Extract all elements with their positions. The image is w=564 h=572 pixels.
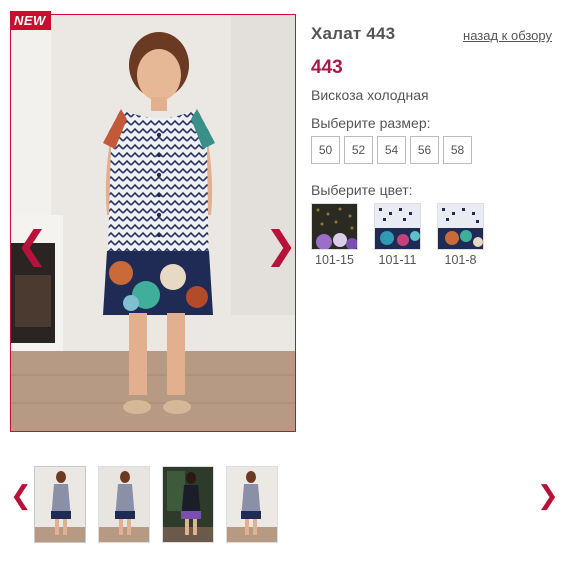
photo-prev-arrow-icon[interactable]: ❮ <box>16 225 48 265</box>
size-option-56[interactable]: 56 <box>410 136 439 164</box>
product-price: 443 <box>311 57 343 78</box>
thumbnail-4[interactable] <box>226 466 278 543</box>
color-swatch-image <box>311 203 358 250</box>
size-option-58[interactable]: 58 <box>443 136 472 164</box>
product-material: Вискоза холодная <box>311 87 429 103</box>
color-option-101-15[interactable]: 101-15 <box>311 203 358 267</box>
size-option-52[interactable]: 52 <box>344 136 373 164</box>
back-to-overview-link[interactable]: назад к обзору <box>463 28 552 43</box>
color-select-label: Выберите цвет: <box>311 182 413 198</box>
color-option-label: 101-11 <box>378 253 417 267</box>
color-option-101-8[interactable]: 101-8 <box>437 203 484 267</box>
color-option-101-11[interactable]: 101-11 <box>374 203 421 267</box>
size-select-label: Выберите размер: <box>311 115 431 131</box>
color-swatch-image <box>437 203 484 250</box>
color-option-label: 101-8 <box>444 253 477 267</box>
color-options: 101-15 101-11 101-8 <box>311 203 556 267</box>
thumbnail-2[interactable] <box>98 466 150 543</box>
color-option-label: 101-15 <box>315 253 354 267</box>
main-product-photo <box>10 14 296 432</box>
color-swatch-image <box>374 203 421 250</box>
thumbs-prev-arrow-icon[interactable]: ❮ <box>10 481 32 511</box>
product-photo-image <box>11 15 295 431</box>
photo-next-arrow-icon[interactable]: ❯ <box>265 225 297 265</box>
size-option-54[interactable]: 54 <box>377 136 406 164</box>
size-option-50[interactable]: 50 <box>311 136 340 164</box>
thumbs-next-arrow-icon[interactable]: ❯ <box>537 481 559 511</box>
new-badge: NEW <box>10 11 51 30</box>
product-info-panel: Халат 443 назад к обзору 443 Вискоза хол… <box>311 24 556 267</box>
thumbnail-3[interactable] <box>162 466 214 543</box>
size-options: 50 52 54 56 58 <box>311 136 556 164</box>
thumbnail-strip <box>34 466 278 543</box>
thumbnail-1[interactable] <box>34 466 86 543</box>
